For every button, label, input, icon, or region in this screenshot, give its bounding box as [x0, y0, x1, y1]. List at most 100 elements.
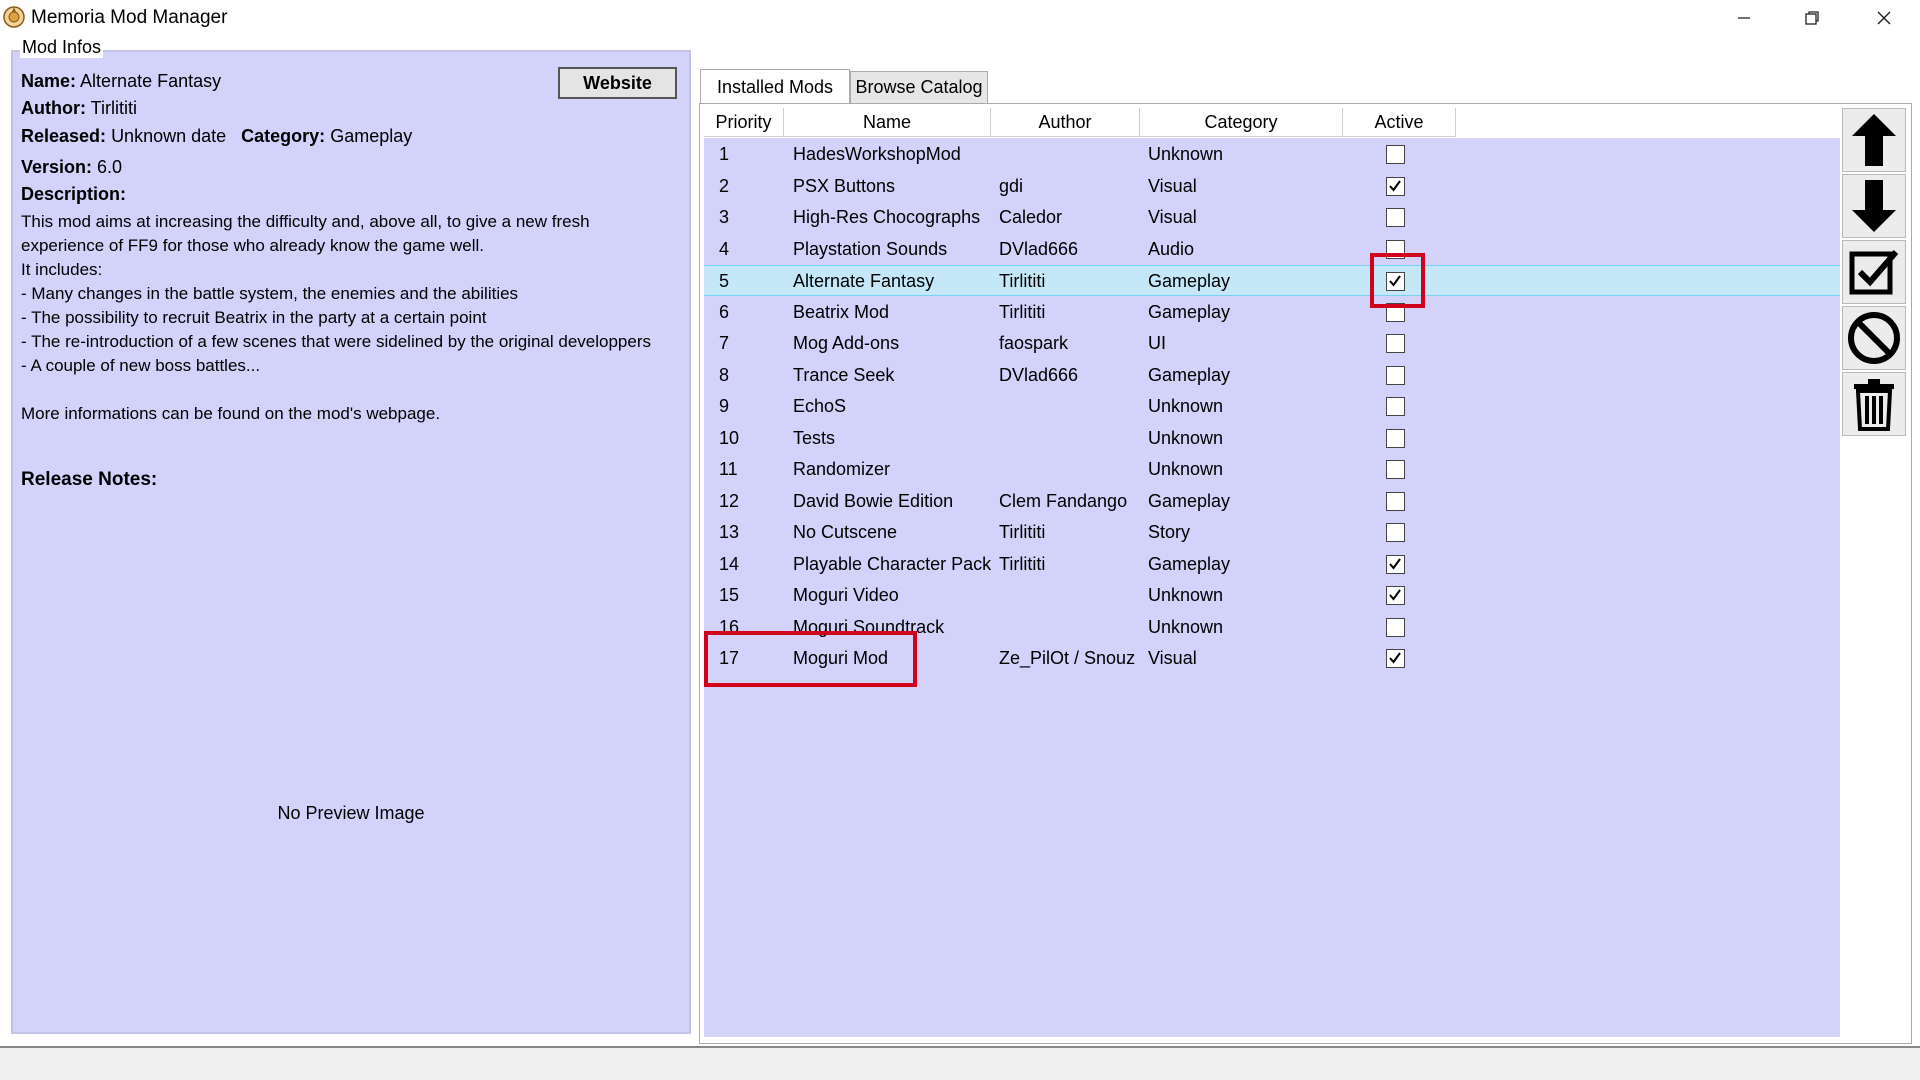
table-row[interactable]: 8 Trance Seek DVlad666 Gameplay: [704, 360, 1840, 391]
priority-cell: 5: [719, 271, 730, 291]
category-cell: UI: [1148, 333, 1166, 353]
category-cell: Visual: [1148, 175, 1197, 196]
category-cell: Audio: [1148, 238, 1195, 259]
table-row[interactable]: 3 High-Res Chocographs Caledor Visual: [704, 202, 1840, 233]
activate-all-button[interactable]: [1842, 240, 1906, 304]
active-checkbox[interactable]: [1386, 554, 1405, 574]
column-header-author[interactable]: Author: [991, 108, 1140, 137]
author-cell: Clem Fandango: [999, 490, 1128, 511]
author-cell: DVlad666: [999, 364, 1079, 385]
author-cell: DVlad666: [999, 238, 1079, 259]
close-button[interactable]: [1852, 0, 1916, 36]
active-checkbox[interactable]: [1386, 523, 1405, 542]
table-row[interactable]: 5 Alternate Fantasy Tirlititi Gameplay: [704, 265, 1840, 296]
category-cell: Gameplay: [1148, 271, 1231, 291]
table-row[interactable]: 4 Playstation Sounds DVlad666 Audio: [704, 234, 1840, 265]
priority-cell: 8: [719, 364, 730, 385]
close-icon: [1877, 11, 1891, 25]
table-header: Priority Name Author Category Active: [704, 108, 1840, 138]
priority-cell: 14: [719, 553, 740, 574]
arrow-up-icon: [1852, 114, 1896, 166]
website-button[interactable]: Website: [558, 67, 677, 99]
table-row[interactable]: 12 David Bowie Edition Clem Fandango Gamepl…: [704, 486, 1840, 517]
name-cell: HadesWorkshopMod: [793, 144, 961, 164]
name-cell: Mog Add-ons: [793, 333, 900, 353]
name-cell: Playable Character Pack: [793, 553, 992, 574]
active-checkbox[interactable]: [1386, 397, 1405, 416]
name-cell: Randomizer: [793, 459, 891, 479]
category-cell: Visual: [1148, 207, 1197, 227]
column-header-category[interactable]: Category: [1140, 108, 1343, 137]
highlight-active-checkbox: [1370, 253, 1425, 308]
active-checkbox[interactable]: [1386, 176, 1405, 196]
category-value: Gameplay: [330, 126, 413, 146]
name-cell: PSX Buttons: [793, 175, 896, 196]
table-row[interactable]: 2 PSX Buttons gdi Visual: [704, 171, 1840, 202]
priority-cell: 2: [719, 175, 730, 196]
minimize-button[interactable]: [1712, 0, 1776, 36]
name-cell: Alternate Fantasy: [793, 271, 935, 291]
side-toolbar: [1842, 108, 1906, 436]
priority-cell: 9: [719, 396, 730, 416]
deactivate-all-button[interactable]: [1842, 306, 1906, 370]
author-cell: Tirlititi: [999, 553, 1046, 574]
category-cell: Gameplay: [1148, 364, 1231, 385]
table-row[interactable]: 14 Playable Character Pack Tirlititi Gamepl…: [704, 549, 1840, 580]
author-cell: Caledor: [999, 207, 1063, 227]
active-checkbox[interactable]: [1386, 208, 1405, 227]
priority-cell: 11: [719, 459, 738, 479]
table-row[interactable]: 6 Beatrix Mod Tirlititi Gameplay: [704, 297, 1840, 328]
no-preview-image-text: No Preview Image: [277, 803, 425, 823]
table-row[interactable]: 7 Mog Add-ons faospark UI: [704, 328, 1840, 359]
category-cell: Story: [1148, 522, 1191, 542]
category-cell: Gameplay: [1148, 490, 1231, 511]
active-checkbox[interactable]: [1386, 334, 1405, 353]
name-cell: EchoS: [793, 396, 847, 416]
name-cell: David Bowie Edition: [793, 490, 954, 511]
active-checkbox[interactable]: [1386, 491, 1405, 511]
active-checkbox[interactable]: [1386, 428, 1405, 448]
window-title: Memoria Mod Manager: [31, 7, 228, 28]
table-row[interactable]: 10 Tests Unknown: [704, 423, 1840, 454]
tab-browse-catalog[interactable]: Browse Catalog: [850, 71, 988, 104]
priority-cell: 13: [719, 522, 740, 542]
active-checkbox[interactable]: [1386, 145, 1405, 164]
name-label: Name:: [21, 71, 77, 91]
category-cell: Visual: [1148, 648, 1197, 668]
author-value: Tirlititi: [90, 98, 137, 118]
author-cell: faospark: [999, 333, 1069, 353]
move-up-button[interactable]: [1842, 108, 1906, 172]
active-checkbox[interactable]: [1386, 586, 1405, 605]
title-bar: Memoria Mod Manager: [0, 0, 1920, 36]
category-cell: Gameplay: [1148, 553, 1231, 574]
checkmark-icon: [1389, 589, 1401, 601]
table-row[interactable]: 11 Randomizer Unknown: [704, 454, 1840, 485]
tab-installed-mods[interactable]: Installed Mods: [700, 69, 850, 105]
priority-cell: 12: [719, 490, 740, 511]
name-cell: Moguri Video: [793, 585, 899, 605]
active-checkbox[interactable]: [1386, 649, 1405, 668]
restore-button[interactable]: [1780, 0, 1844, 36]
column-header-priority[interactable]: Priority: [704, 108, 784, 137]
column-header-active[interactable]: Active: [1343, 108, 1456, 137]
move-down-button[interactable]: [1842, 174, 1906, 238]
status-bar: [0, 1046, 1920, 1080]
table-row[interactable]: 1 HadesWorkshopMod Unknown: [704, 139, 1840, 170]
version-label: Version:: [21, 157, 93, 177]
table-row[interactable]: 13 No Cutscene Tirlititi Story: [704, 517, 1840, 548]
table-row[interactable]: 15 Moguri Video Unknown: [704, 580, 1840, 611]
column-header-name[interactable]: Name: [784, 108, 991, 137]
priority-cell: 1: [719, 144, 730, 164]
version-value: 6.0: [97, 157, 123, 177]
table-row[interactable]: 9 EchoS Unknown: [704, 391, 1840, 422]
name-cell: No Cutscene: [793, 522, 898, 542]
category-label: Category:: [241, 126, 326, 146]
author-cell: Tirlititi: [999, 522, 1046, 542]
uninstall-button[interactable]: [1842, 372, 1906, 436]
active-checkbox[interactable]: [1386, 460, 1405, 479]
active-checkbox[interactable]: [1386, 617, 1405, 637]
author-cell: gdi: [999, 175, 1024, 196]
priority-cell: 15: [719, 585, 740, 605]
active-checkbox[interactable]: [1386, 365, 1405, 385]
mods-table: Priority Name Author Category Active 1 Ha…: [704, 108, 1840, 1037]
